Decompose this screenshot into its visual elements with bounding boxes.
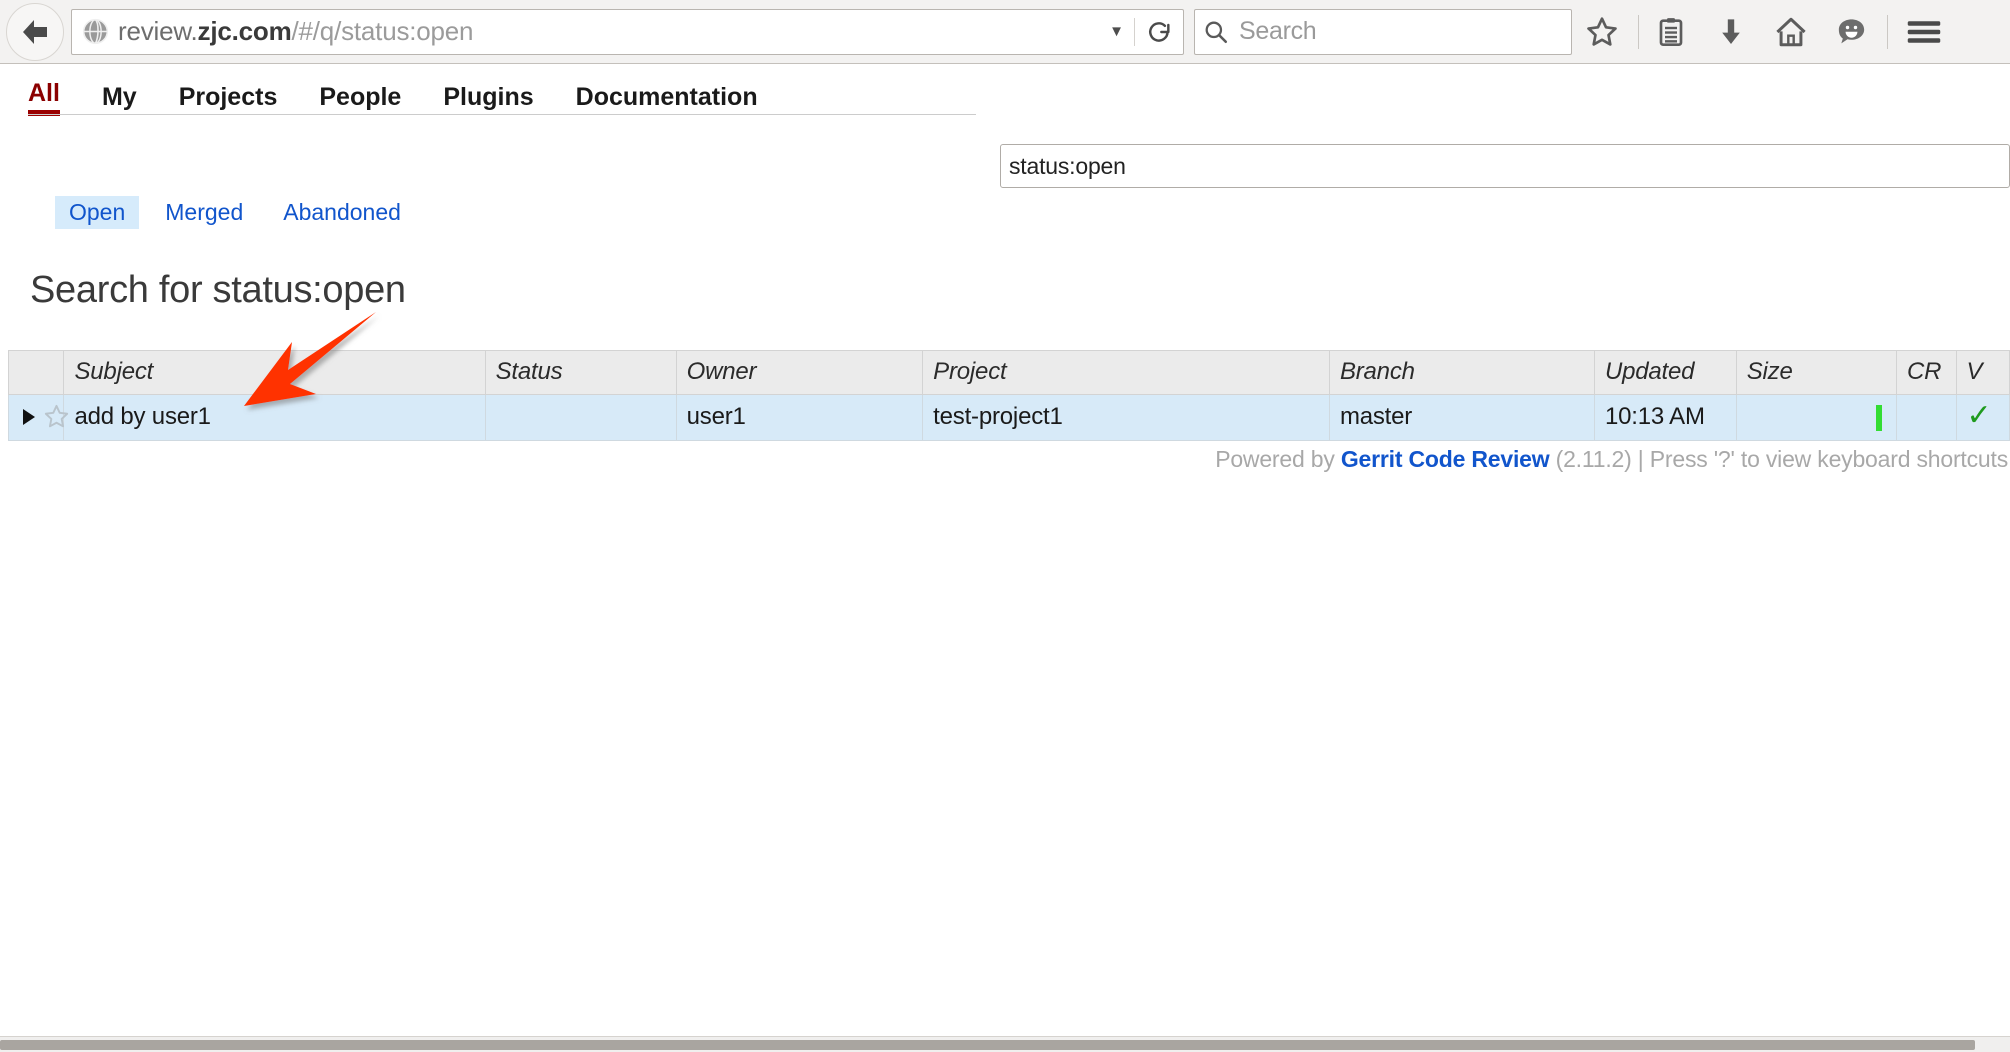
- column-header-subject[interactable]: Subject: [63, 350, 486, 395]
- column-header-cr[interactable]: CR: [1896, 350, 1957, 395]
- sub-tab-open[interactable]: Open: [55, 196, 140, 229]
- column-header-size[interactable]: Size: [1736, 350, 1897, 395]
- horizontal-scrollbar-thumb[interactable]: [0, 1040, 1975, 1050]
- url-bar[interactable]: review.zjc.com/#/q/status:open ▼: [71, 8, 1184, 55]
- reload-icon[interactable]: [1134, 17, 1173, 46]
- tab-all[interactable]: All: [28, 79, 60, 116]
- cell-size: [1736, 394, 1897, 441]
- hamburger-menu-icon[interactable]: [1894, 2, 1954, 62]
- column-header-owner[interactable]: Owner: [676, 350, 924, 395]
- column-header-blank: [7, 350, 65, 395]
- main-nav-tabs: All My Projects People Plugins Documenta…: [0, 64, 800, 116]
- cell-updated: 10:13 AM: [1594, 394, 1737, 441]
- tab-projects[interactable]: Projects: [179, 83, 278, 116]
- table-row[interactable]: add by user1 user1 test-project1 master …: [7, 394, 2010, 441]
- size-bar-indicator: [1875, 405, 1882, 431]
- status-sub-tabs: Open Merged Abandoned: [55, 196, 427, 229]
- footer-powered-by: Powered by: [1215, 446, 1341, 472]
- browser-search-placeholder: Search: [1239, 17, 1317, 45]
- changes-table: Subject Status Owner Project Branch Upda…: [7, 350, 2010, 441]
- back-arrow-icon: [23, 19, 47, 44]
- url-dropdown-icon[interactable]: ▼: [1109, 24, 1124, 39]
- star-outline-icon[interactable]: [43, 403, 70, 430]
- cell-branch[interactable]: master: [1329, 394, 1595, 441]
- gerrit-code-review-link[interactable]: Gerrit Code Review: [1341, 446, 1550, 472]
- cell-project[interactable]: test-project1: [922, 394, 1330, 441]
- gerrit-search-input[interactable]: status:open: [1000, 144, 2010, 188]
- page-title: Search for status:open: [30, 269, 406, 312]
- browser-search-field[interactable]: Search: [1194, 8, 1572, 55]
- cell-cr: [1896, 394, 1957, 441]
- tab-plugins[interactable]: Plugins: [443, 83, 533, 116]
- cell-subject[interactable]: add by user1: [63, 394, 486, 441]
- footer-shortcuts: Press '?' to view keyboard shortcuts: [1649, 446, 2008, 472]
- reader-list-icon[interactable]: [1641, 2, 1701, 62]
- sub-tab-merged[interactable]: Merged: [151, 196, 257, 229]
- row-icons-cell: [7, 394, 69, 441]
- horizontal-scrollbar[interactable]: [0, 1036, 2010, 1052]
- cell-owner[interactable]: user1: [676, 394, 924, 441]
- tab-people[interactable]: People: [319, 83, 401, 116]
- footer: Powered by Gerrit Code Review (2.11.2) |…: [1215, 446, 2008, 473]
- home-icon[interactable]: [1761, 2, 1821, 62]
- verified-check-icon: ✓: [1966, 399, 1992, 432]
- gerrit-search-value: status:open: [1009, 152, 1126, 179]
- cell-status: [485, 394, 677, 441]
- sub-tab-abandoned[interactable]: Abandoned: [269, 196, 415, 229]
- column-header-updated[interactable]: Updated: [1594, 350, 1737, 395]
- footer-version: (2.11.2) |: [1549, 446, 1650, 472]
- column-header-v[interactable]: V: [1956, 350, 2010, 395]
- tab-documentation[interactable]: Documentation: [576, 83, 758, 116]
- gerrit-header: All My Projects People Plugins Documenta…: [0, 64, 2010, 120]
- header-divider: [28, 114, 976, 115]
- url-text: review.zjc.com/#/q/status:open: [118, 16, 474, 46]
- browser-toolbar: review.zjc.com/#/q/status:open ▼ Search: [0, 0, 2010, 64]
- toolbar-separator-2: [1887, 14, 1888, 49]
- table-header-row: Subject Status Owner Project Branch Upda…: [7, 350, 2010, 395]
- expander-triangle-icon[interactable]: [23, 408, 35, 425]
- search-icon: [1203, 19, 1229, 45]
- column-header-project[interactable]: Project: [922, 350, 1330, 395]
- downloads-icon[interactable]: [1701, 2, 1761, 62]
- column-header-branch[interactable]: Branch: [1329, 350, 1595, 395]
- cell-verified: ✓: [1956, 394, 2010, 441]
- toolbar-separator: [1638, 14, 1639, 49]
- gerrit-page: All My Projects People Plugins Documenta…: [0, 64, 2010, 1052]
- feedback-smiley-icon[interactable]: [1821, 2, 1881, 62]
- globe-icon: [82, 18, 109, 45]
- bookmark-star-icon[interactable]: [1572, 2, 1632, 62]
- back-button[interactable]: [6, 2, 64, 61]
- tab-my[interactable]: My: [102, 83, 137, 116]
- column-header-status[interactable]: Status: [485, 350, 677, 395]
